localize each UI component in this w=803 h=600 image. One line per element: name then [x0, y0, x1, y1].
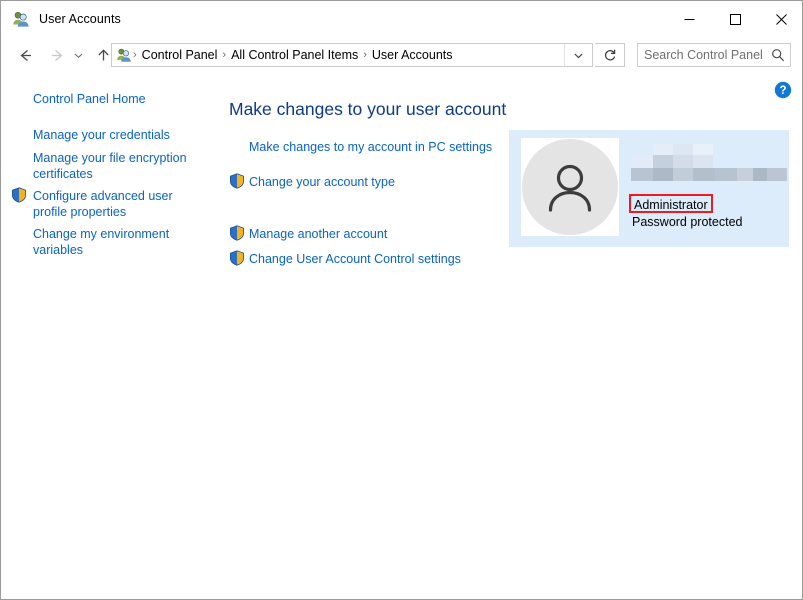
content-area: ? Control Panel Home Manage your credent… [1, 73, 802, 599]
uac-shield-icon [229, 250, 245, 266]
uac-shield-icon [11, 187, 27, 203]
sidebar-item-file-encryption-certificates[interactable]: Manage your file encryption certificates [33, 150, 198, 182]
window-title: User Accounts [39, 12, 121, 26]
minimize-button[interactable] [666, 1, 712, 37]
close-button[interactable] [758, 1, 802, 37]
help-question-icon[interactable]: ? [774, 81, 792, 99]
search-box[interactable] [637, 43, 791, 67]
search-icon[interactable] [766, 48, 790, 62]
control-panel-icon [116, 47, 132, 63]
search-input[interactable] [644, 48, 766, 62]
password-status: Password protected [632, 215, 743, 229]
account-role: Administrator [634, 198, 708, 212]
page-title: Make changes to your user account [229, 99, 507, 119]
breadcrumb-item-control-panel[interactable]: Control Panel [138, 48, 222, 62]
avatar [521, 138, 619, 236]
forward-arrow-icon [45, 43, 69, 67]
user-accounts-window: User Accounts › Control Panel › All Cont… [0, 0, 803, 600]
breadcrumb-item-user-accounts[interactable]: User Accounts [368, 48, 457, 62]
sidebar-item-advanced-user-profile[interactable]: Configure advanced user profile properti… [33, 188, 198, 220]
sidebar-item-control-panel-home[interactable]: Control Panel Home [33, 91, 146, 107]
maximize-button[interactable] [712, 1, 758, 37]
svg-text:?: ? [779, 85, 786, 97]
link-manage-another-account[interactable]: Manage another account [249, 226, 387, 242]
user-accounts-icon [12, 10, 30, 28]
link-change-uac-settings[interactable]: Change User Account Control settings [249, 251, 461, 267]
back-arrow-icon[interactable] [13, 43, 37, 67]
blurred-username-mosaic [631, 144, 787, 184]
address-bar[interactable]: › Control Panel › All Control Panel Item… [111, 43, 593, 67]
link-make-changes-pc-settings[interactable]: Make changes to my account in PC setting… [249, 139, 492, 155]
navigation-bar: › Control Panel › All Control Panel Item… [1, 37, 802, 73]
recent-locations-chevron-down-icon[interactable] [69, 43, 87, 67]
uac-shield-icon [229, 173, 245, 189]
refresh-icon[interactable] [595, 43, 625, 67]
user-avatar-icon [522, 139, 618, 235]
account-name-blurred [631, 144, 789, 184]
breadcrumb-item-all-control-panel-items[interactable]: All Control Panel Items [227, 48, 362, 62]
sidebar-item-manage-credentials[interactable]: Manage your credentials [33, 127, 170, 143]
address-dropdown-chevron-down-icon[interactable] [564, 44, 591, 66]
account-summary-panel: Administrator Password protected [509, 130, 789, 247]
sidebar-item-environment-variables[interactable]: Change my environment variables [33, 226, 198, 258]
title-bar: User Accounts [1, 1, 802, 37]
uac-shield-icon [229, 225, 245, 241]
link-change-account-type[interactable]: Change your account type [249, 174, 395, 190]
window-controls [666, 1, 802, 37]
account-role-wrap: Administrator [631, 196, 711, 214]
